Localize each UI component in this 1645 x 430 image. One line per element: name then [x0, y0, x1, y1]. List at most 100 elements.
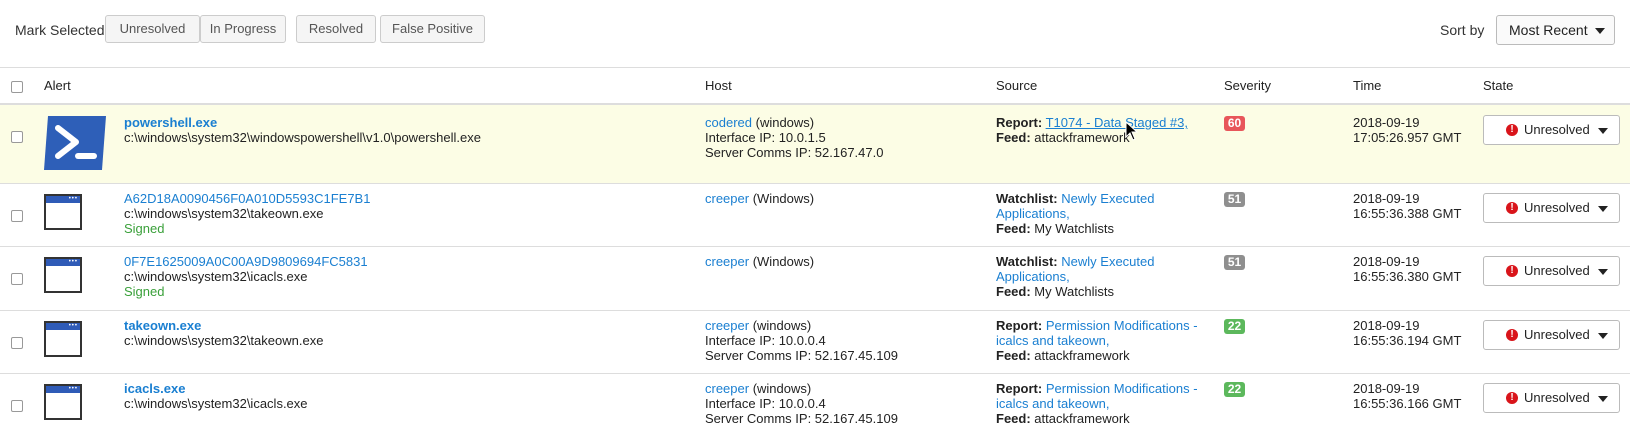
feed-label: Feed: [996, 411, 1031, 426]
alert-name-link[interactable]: takeown.exe [124, 318, 323, 333]
mark-in-progress-button[interactable]: In Progress [200, 15, 286, 43]
sort-dropdown[interactable]: Most Recent [1496, 15, 1615, 45]
feed-label: Feed: [996, 221, 1031, 236]
window-app-icon: ••• [44, 321, 82, 357]
column-header-source[interactable]: Source [996, 78, 1037, 93]
table-row[interactable]: ••• 0F7E1625009A0C00A9D9809694FC5831 c:\… [0, 247, 1630, 311]
alert-time: 17:05:26.957 GMT [1353, 130, 1462, 145]
source-type: Watchlist: [996, 191, 1058, 206]
alerts-table: Alert Host Source Severity Time State po… [0, 67, 1630, 430]
server-comms-ip: Server Comms IP: 52.167.45.109 [705, 411, 898, 426]
source-link[interactable]: Newly Executed [1061, 254, 1154, 269]
alert-path: c:\windows\system32\takeown.exe [124, 333, 324, 348]
column-header-host[interactable]: Host [705, 78, 732, 93]
host-name-link[interactable]: creeper [705, 318, 749, 333]
column-header-severity[interactable]: Severity [1224, 78, 1271, 93]
row-checkbox[interactable] [11, 131, 23, 143]
row-checkbox[interactable] [11, 337, 23, 349]
window-app-icon: ••• [44, 384, 82, 420]
alert-time: 16:55:36.166 GMT [1353, 396, 1462, 411]
host-os: (windows) [755, 115, 815, 130]
source-link-continued[interactable]: Applications, [996, 269, 1154, 284]
server-comms-ip: Server Comms IP: 52.167.47.0 [705, 145, 884, 160]
severity-badge: 51 [1224, 255, 1245, 270]
state-value: Unresolved [1524, 200, 1590, 215]
table-row[interactable]: powershell.exe c:\windows\system32\windo… [0, 105, 1630, 184]
source-link-continued[interactable]: Applications, [996, 206, 1154, 221]
server-comms-ip: Server Comms IP: 52.167.45.109 [705, 348, 898, 363]
interface-ip: Interface IP: 10.0.0.4 [705, 333, 826, 348]
alert-name-link[interactable]: 0F7E1625009A0C00A9D9809694FC5831 [124, 254, 368, 269]
mark-false-positive-button[interactable]: False Positive [380, 15, 485, 43]
row-checkbox[interactable] [11, 400, 23, 412]
row-checkbox[interactable] [11, 210, 23, 222]
alert-date: 2018-09-19 [1353, 115, 1420, 130]
state-value: Unresolved [1524, 390, 1590, 405]
state-dropdown[interactable]: ! Unresolved [1483, 256, 1620, 286]
source-type: Watchlist: [996, 254, 1058, 269]
row-checkbox[interactable] [11, 273, 23, 285]
toolbar: Mark Selected Unresolved In Progress Res… [0, 0, 1645, 60]
column-header-time[interactable]: Time [1353, 78, 1381, 93]
source-type: Report: [996, 381, 1043, 396]
alert-time: 16:55:36.380 GMT [1353, 269, 1462, 284]
table-row[interactable]: ••• takeown.exe c:\windows\system32\take… [0, 311, 1630, 374]
state-dropdown[interactable]: ! Unresolved [1483, 320, 1620, 350]
mouse-cursor-icon [1125, 121, 1139, 141]
column-header-alert[interactable]: Alert [44, 78, 71, 93]
alert-path: c:\windows\system32\icacls.exe [124, 396, 308, 411]
host-name-link[interactable]: creeper [705, 381, 749, 396]
chevron-down-icon [1598, 333, 1608, 339]
mark-resolved-button[interactable]: Resolved [296, 15, 376, 43]
source-type: Report: [996, 115, 1043, 130]
host-os: (Windows) [752, 254, 815, 269]
feed-value: attackframework [1034, 411, 1130, 426]
feed-value: attackframework [1034, 348, 1130, 363]
alert-time: 16:55:36.388 GMT [1353, 206, 1462, 221]
host-os: (windows) [752, 318, 812, 333]
source-link[interactable]: Newly Executed [1061, 191, 1154, 206]
alert-date: 2018-09-19 [1353, 381, 1420, 396]
feed-label: Feed: [996, 284, 1031, 299]
host-os: (Windows) [752, 191, 815, 206]
mark-unresolved-button[interactable]: Unresolved [105, 15, 200, 43]
host-name-link[interactable]: creeper [705, 254, 749, 269]
alert-icon: ! [1506, 329, 1518, 341]
state-dropdown[interactable]: ! Unresolved [1483, 383, 1620, 413]
alert-name-link[interactable]: icacls.exe [124, 381, 308, 396]
chevron-down-icon [1598, 269, 1608, 275]
window-app-icon: ••• [44, 257, 82, 293]
source-link-continued[interactable]: icalcs and takeown, [996, 333, 1198, 348]
table-row[interactable]: ••• icacls.exe c:\windows\system32\icacl… [0, 374, 1630, 430]
host-name-link[interactable]: creeper [705, 191, 749, 206]
host-name-link[interactable]: codered [705, 115, 752, 130]
alert-date: 2018-09-19 [1353, 254, 1420, 269]
feed-label: Feed: [996, 130, 1031, 145]
severity-badge: 22 [1224, 319, 1245, 334]
state-value: Unresolved [1524, 263, 1590, 278]
chevron-down-icon [1595, 28, 1605, 34]
alert-name-link[interactable]: powershell.exe [124, 115, 481, 130]
source-link-continued[interactable]: icalcs and takeown, [996, 396, 1198, 411]
severity-badge: 51 [1224, 192, 1245, 207]
alert-name-link[interactable]: A62D18A0090456F0A010D5593C1FE7B1 [124, 191, 370, 206]
select-all-checkbox[interactable] [11, 81, 23, 93]
severity-badge: 60 [1224, 116, 1245, 131]
state-dropdown[interactable]: ! Unresolved [1483, 115, 1620, 145]
alert-icon: ! [1506, 392, 1518, 404]
alert-path: c:\windows\system32\windowspowershell\v1… [124, 130, 481, 145]
source-type: Report: [996, 318, 1043, 333]
column-header-state[interactable]: State [1483, 78, 1513, 93]
source-link[interactable]: T1074 - Data Staged #3, [1046, 115, 1188, 130]
sort-by-label: Sort by [1440, 22, 1485, 38]
alert-icon: ! [1506, 265, 1518, 277]
chevron-down-icon [1598, 206, 1608, 212]
feed-value: My Watchlists [1034, 221, 1114, 236]
state-dropdown[interactable]: ! Unresolved [1483, 193, 1620, 223]
table-row[interactable]: ••• A62D18A0090456F0A010D5593C1FE7B1 c:\… [0, 184, 1630, 247]
feed-value: attackframework [1034, 130, 1130, 145]
feed-label: Feed: [996, 348, 1031, 363]
interface-ip: Interface IP: 10.0.0.4 [705, 396, 826, 411]
source-link[interactable]: Permission Modifications - [1046, 381, 1198, 396]
source-link[interactable]: Permission Modifications - [1046, 318, 1198, 333]
